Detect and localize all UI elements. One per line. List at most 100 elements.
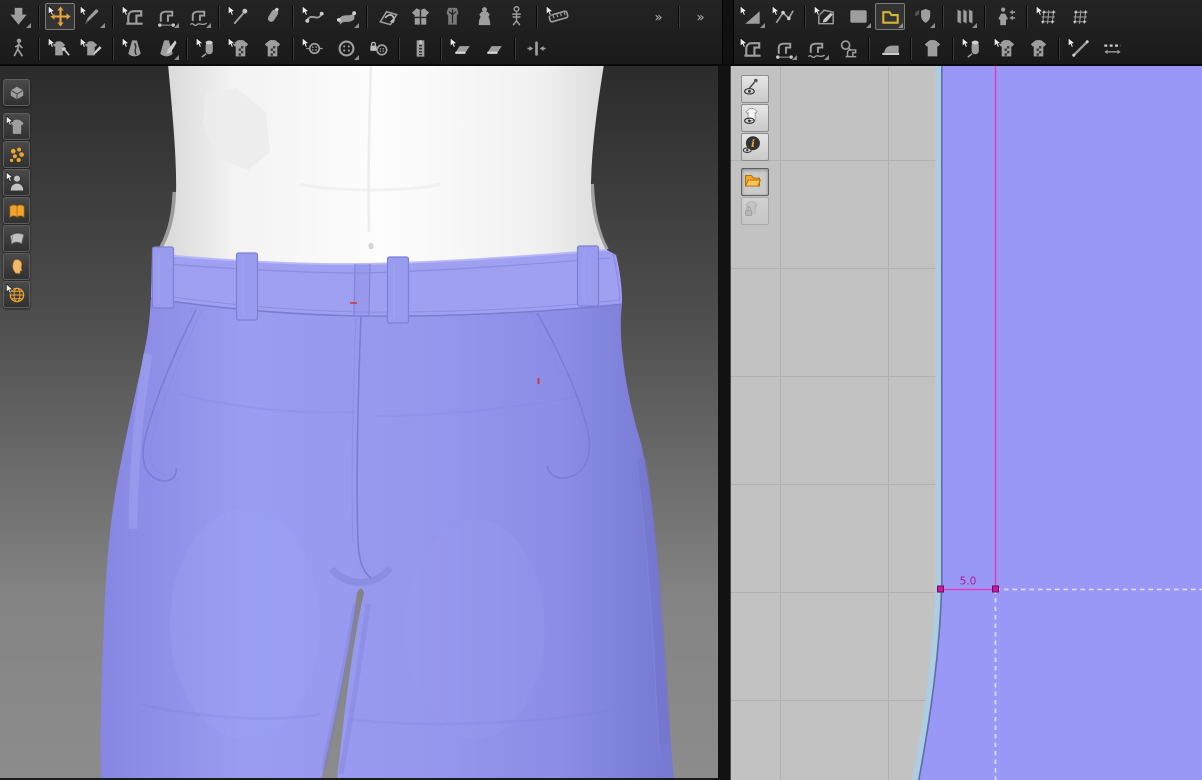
select-brush-tool[interactable] [77, 3, 107, 30]
free-sewing-2d-tool[interactable] [769, 35, 799, 62]
toolbar-separator [1026, 5, 1028, 28]
show-silhouette-toggle[interactable] [741, 104, 769, 132]
show-avatar-head-toggle[interactable] [3, 253, 30, 280]
dress-knife-icon [159, 40, 177, 57]
scene-3d[interactable] [0, 64, 718, 780]
pleats-tool[interactable] [949, 3, 979, 30]
measurement-point-start[interactable] [937, 585, 944, 593]
edit-curvature-tool[interactable] [299, 3, 329, 30]
show-pattern-info-toggle[interactable]: i [741, 133, 769, 161]
workspace: 5.0 i [0, 64, 1202, 780]
show-environment-toggle[interactable] [3, 281, 30, 308]
cursor-overlay-icon [1036, 5, 1044, 16]
tack-tool[interactable] [257, 3, 287, 30]
window-divider[interactable] [718, 64, 731, 780]
sewing-wave-icon [189, 10, 207, 27]
overflow-right-button[interactable]: » [685, 3, 715, 30]
edit-texture-all-tool[interactable] [1065, 3, 1095, 30]
adjust-texture-tool[interactable] [225, 35, 255, 62]
polygon-tool[interactable] [875, 3, 905, 30]
tape-measure-tool[interactable] [543, 3, 573, 30]
pattern-piece[interactable] [918, 64, 1202, 780]
press-plane-icon [486, 46, 502, 54]
toolbar-separator [366, 5, 368, 28]
press-seam-tool[interactable] [875, 35, 905, 62]
segment-sewing-tool[interactable] [119, 3, 149, 30]
edit-curve-band-tool[interactable] [331, 3, 361, 30]
measurement-point-end[interactable] [992, 585, 999, 593]
toolbar-separator [38, 37, 40, 60]
particles-icon [9, 147, 24, 162]
basting-measure-tool[interactable] [1097, 35, 1127, 62]
cursor-overlay-icon [122, 5, 130, 16]
seam-taping-tool[interactable] [447, 35, 477, 62]
clone-layer-tool[interactable] [991, 3, 1021, 30]
fabric-library-toggle[interactable] [3, 197, 30, 224]
fold-arrangement-tool[interactable] [373, 3, 403, 30]
cursor-overlay-icon [814, 5, 822, 16]
edit-sewing-2d-tool[interactable] [737, 35, 767, 62]
rectangle-tool[interactable] [843, 3, 873, 30]
display-toggle-strip-3d [3, 79, 30, 309]
show-arrangement-points-toggle[interactable] [3, 141, 30, 168]
tuck-tool[interactable] [521, 35, 551, 62]
edit-sewing-tool[interactable] [45, 35, 75, 62]
scene-2d[interactable]: 5.0 [731, 64, 1202, 780]
pin-tool[interactable] [225, 3, 255, 30]
folder-orange-icon [744, 175, 762, 187]
sewing-dots-icon [157, 10, 175, 27]
avatar-pose-button[interactable] [3, 35, 33, 62]
mn-sewing-tool[interactable] [183, 3, 213, 30]
show-3d-view-toggle[interactable] [3, 79, 30, 106]
inspect-sewing-tool[interactable] [833, 35, 863, 62]
edit-pattern-tool[interactable] [769, 3, 799, 30]
arrangement-points-button[interactable] [501, 3, 531, 30]
buttonhole-lock-tool[interactable] [363, 35, 393, 62]
svg-text:»: » [696, 10, 704, 25]
overflow-left-button[interactable]: » [643, 3, 673, 30]
head-icon [11, 258, 22, 274]
toolbar-3d-section-2 [2, 33, 716, 64]
walk-icon [12, 38, 23, 57]
garment-pants[interactable] [100, 245, 675, 780]
internal-line-tool[interactable] [1065, 35, 1095, 62]
show-base-pattern-toggle[interactable] [741, 168, 769, 196]
adjust-texture-2d-tool[interactable] [991, 35, 1021, 62]
button-tool[interactable] [331, 35, 361, 62]
lock-pattern-toggle[interactable] [741, 197, 769, 225]
add-point-tool[interactable] [811, 3, 841, 30]
zipper-tool[interactable] [405, 35, 435, 62]
texture-all-2d-tool[interactable] [1023, 35, 1053, 62]
trace-tool[interactable] [151, 35, 181, 62]
toolbar-separator [952, 37, 954, 60]
show-garment-toggle[interactable] [3, 113, 30, 140]
pattern-window-2d[interactable]: 5.0 i [731, 64, 1202, 780]
sewing-wave-icon [807, 42, 825, 59]
flatten-tool[interactable] [119, 35, 149, 62]
svg-text:»: » [654, 10, 662, 25]
show-pins-toggle[interactable] [741, 75, 769, 103]
texture-all-tool[interactable] [257, 35, 287, 62]
fit-garment-button[interactable] [917, 35, 947, 62]
viewport-3d[interactable] [0, 64, 718, 780]
show-avatar-toggle[interactable] [3, 169, 30, 196]
edit-texture-3d-tool[interactable] [193, 35, 223, 62]
free-sewing-tool[interactable] [151, 3, 181, 30]
select-move-tool[interactable] [45, 3, 75, 30]
reset-arrangement-button[interactable] [405, 3, 435, 30]
edit-texture-2d-tool[interactable] [959, 35, 989, 62]
avatar-navel [368, 242, 374, 250]
edit-texture-tool[interactable] [1033, 3, 1063, 30]
show-fabric-toggle[interactable] [3, 225, 30, 252]
transform-pattern-tool[interactable] [737, 3, 767, 30]
select-button-tool[interactable] [299, 35, 329, 62]
mn-sewing-2d-tool[interactable] [801, 35, 831, 62]
avatar-display-button[interactable] [437, 3, 467, 30]
edit-seamline-tool[interactable] [77, 35, 107, 62]
chevrons-icon: » [696, 10, 704, 25]
button-lock-icon [369, 41, 388, 56]
simulate-button[interactable] [3, 3, 33, 30]
seam-taping-all-tool[interactable] [479, 35, 509, 62]
dart-tool[interactable] [907, 3, 937, 30]
show-avatar-button[interactable] [469, 3, 499, 30]
